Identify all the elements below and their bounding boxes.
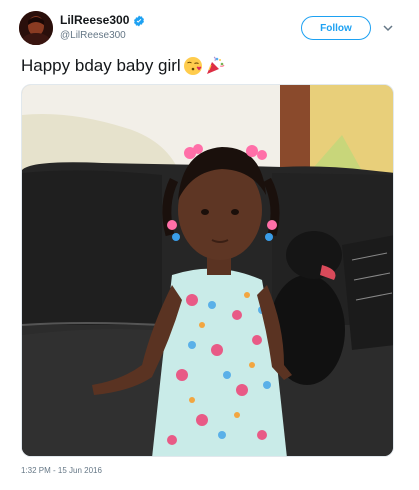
face-blowing-kiss-emoji (183, 57, 202, 75)
user-info: LilReese300 @LilReese300 (60, 13, 145, 41)
avatar[interactable] (19, 11, 53, 45)
tweet-photo[interactable] (21, 84, 394, 457)
follow-button[interactable]: Follow (301, 16, 371, 40)
display-name[interactable]: LilReese300 (60, 13, 129, 27)
name-row: LilReese300 (60, 13, 145, 27)
tweet-text: Happy bday baby girl (21, 56, 225, 76)
tweet-card: LilReese300 @LilReese300 Follow Happy bd… (0, 0, 419, 490)
party-popper-emoji (206, 56, 225, 74)
photo-child-on-couch (22, 85, 393, 456)
tweet-text-content: Happy bday baby girl (21, 56, 181, 75)
user-handle[interactable]: @LilReese300 (60, 30, 145, 41)
verified-badge-icon (133, 14, 145, 27)
chevron-down-icon[interactable] (383, 24, 393, 32)
tweet-timestamp[interactable]: 1:32 PM - 15 Jun 2016 (21, 466, 102, 475)
